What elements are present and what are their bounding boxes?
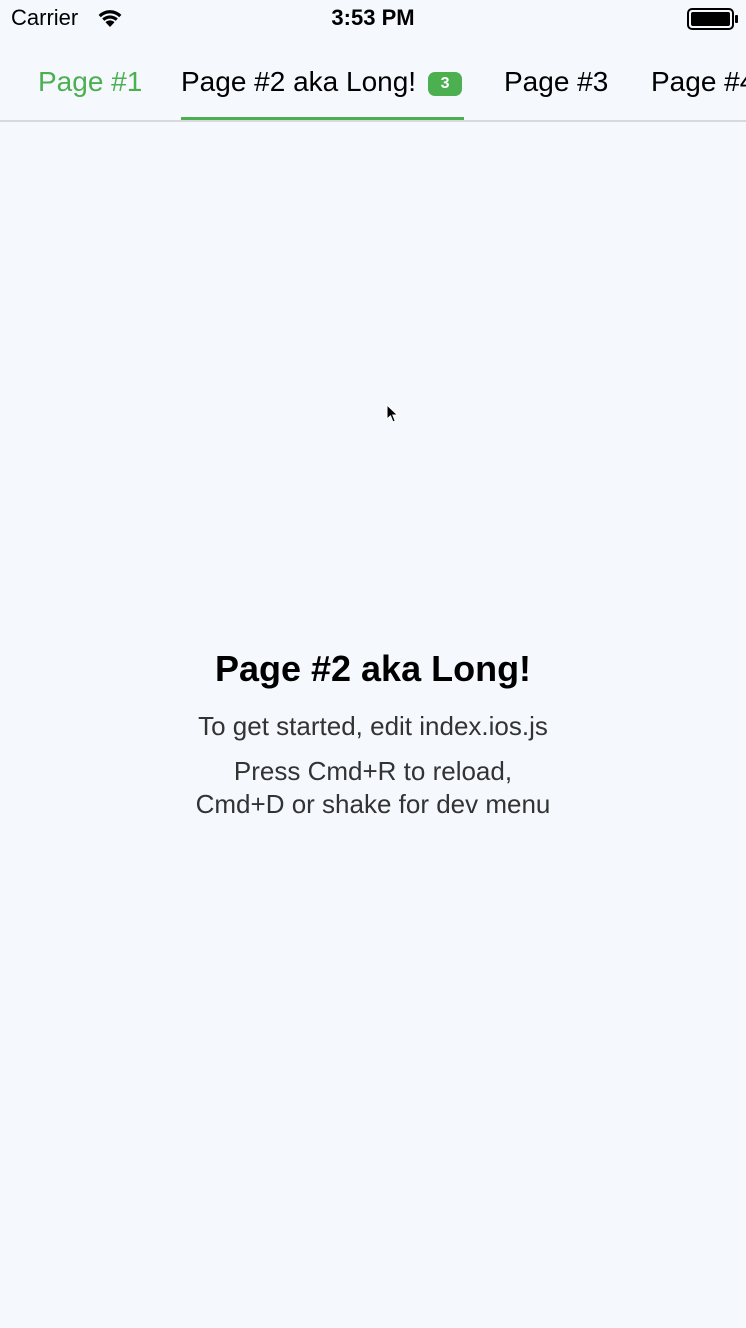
instruction-text: To get started, edit index.ios.js	[198, 711, 548, 741]
tab-label: Page #1	[38, 66, 143, 97]
tab-page-1[interactable]: Page #1	[38, 44, 142, 120]
page-title: Page #2 aka Long!	[214, 648, 532, 689]
tab-page-3[interactable]: Page #3	[504, 44, 608, 120]
tab-bar: Page #1 Page #2 aka Long! 3 Page #3 Page…	[0, 44, 746, 122]
tab-page-2[interactable]: Page #2 aka Long! 3	[181, 44, 463, 120]
page-content: Page #2 aka Long! To get started, edit i…	[0, 646, 746, 821]
battery-full-icon	[687, 8, 739, 30]
tab-label: Page #4	[651, 66, 746, 97]
reload-instruction-line-1: Press Cmd+R to reload,	[233, 756, 513, 786]
active-tab-indicator	[181, 117, 464, 120]
status-time: 3:53 PM	[331, 5, 415, 30]
reload-instruction-line-2: Cmd+D or shake for dev menu	[195, 789, 551, 819]
tab-label: Page #3	[504, 66, 609, 97]
mouse-pointer-icon	[386, 403, 400, 424]
tab-page-4[interactable]: Page #4	[651, 44, 746, 120]
status-bar: Carrier 3:53 PM	[0, 0, 746, 40]
reload-instruction: Press Cmd+R to reload, Cmd+D or shake fo…	[0, 755, 746, 821]
tab-badge: 3	[428, 72, 463, 96]
tab-label: Page #2 aka Long!	[181, 66, 417, 97]
